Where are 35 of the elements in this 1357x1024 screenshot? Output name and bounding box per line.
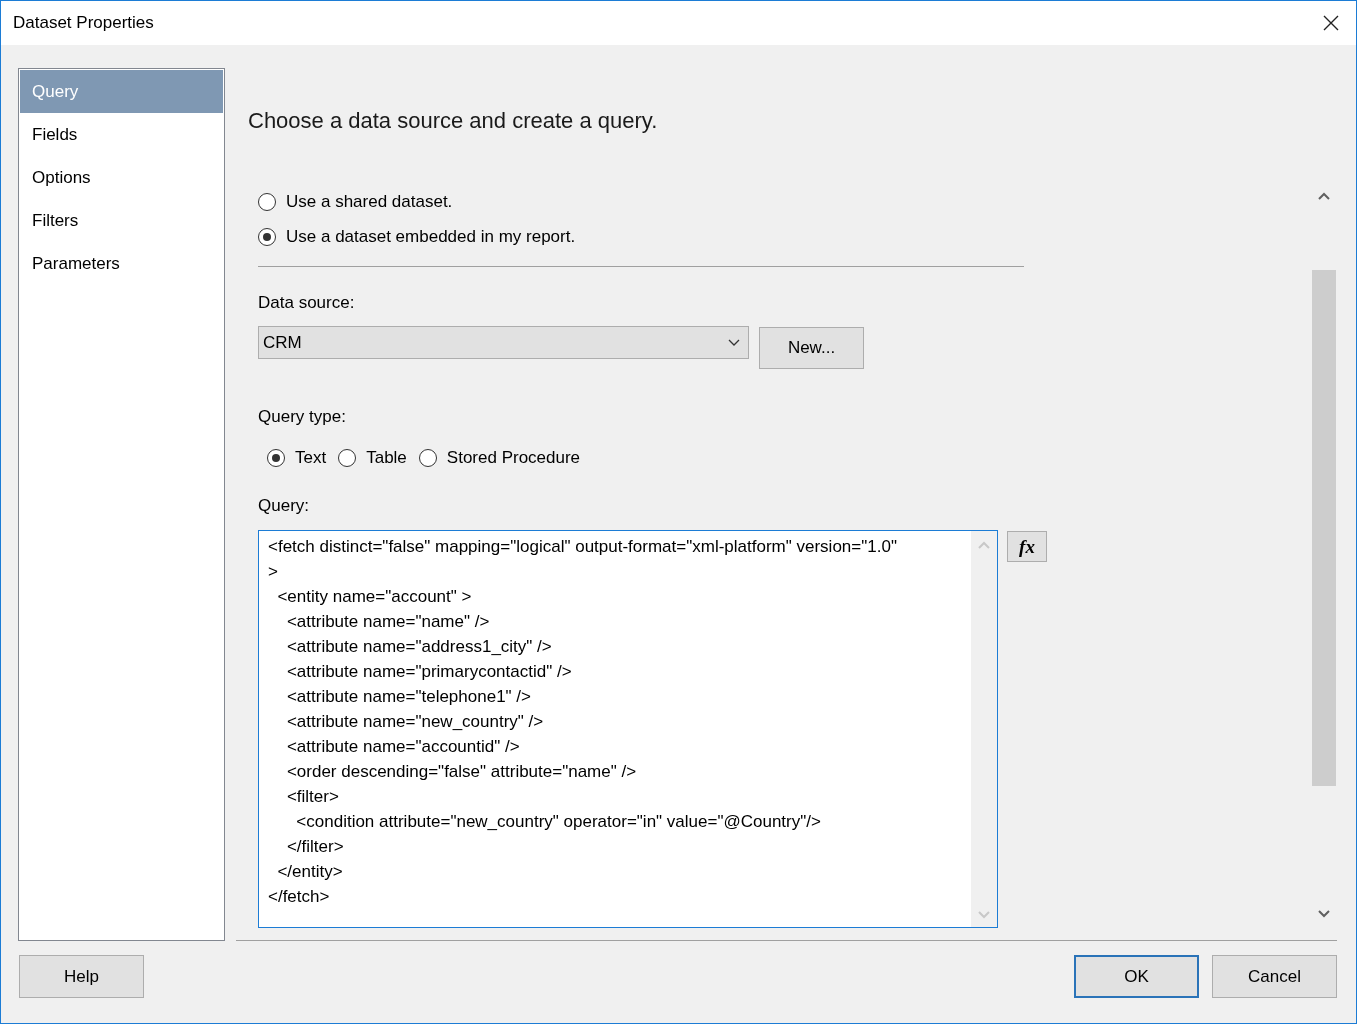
chevron-down-icon [728,339,740,346]
scrollbar-thumb[interactable] [1312,270,1336,786]
radio-label[interactable]: Table [366,448,407,468]
radio-label[interactable]: Use a shared dataset. [286,191,453,212]
sidebar-item[interactable]: Filters [20,199,223,242]
sidebar-item[interactable]: Options [20,156,223,199]
radio-button[interactable] [258,192,276,211]
data-source-dropdown[interactable]: CRM [258,326,749,359]
page-heading: Choose a data source and create a query. [248,107,659,135]
field-label: Query: [258,495,311,517]
scroll-up-icon [1318,192,1330,200]
scroll-down-icon [978,911,990,919]
scrollbar[interactable] [971,531,997,927]
radio-label[interactable]: Use a dataset embedded in my report. [286,226,576,247]
dialog-button[interactable]: OK [1074,955,1199,998]
field-label: Data source: [258,292,356,314]
new-button[interactable]: New... [759,327,864,369]
scroll-down-icon [1318,910,1330,918]
dropdown-value: CRM [263,332,302,353]
radio-label[interactable]: Stored Procedure [446,448,581,468]
sidebar-item[interactable]: Fields [20,113,223,156]
window-title: Dataset Properties [13,13,154,33]
sidebar-item[interactable]: Parameters [20,242,223,285]
radio-label[interactable]: Text [295,448,327,468]
dialog-button[interactable]: Help [19,955,144,998]
dialog-button[interactable]: Cancel [1212,955,1337,998]
radio-button[interactable] [418,449,437,467]
expression-button[interactable]: fx [1007,531,1047,562]
field-label: Query type: [258,406,347,428]
radio-button[interactable] [338,449,357,467]
scroll-up-icon [978,541,990,549]
radio-button[interactable] [258,227,276,246]
radio-button[interactable] [267,449,285,467]
query-text-field[interactable]: <fetch distinct="false" mapping="logical" output-format="xml-platform" version="1.0" > <entity name="account" > <attribute name="name" /> <attribute name="address1_city" /> <attribute name="primarycontactid" /> <attribute name="telephone1" /> <attribute name="new_country" /> <attribute name="accountid" /> <order descending="false" attribute="name" /> <filter> <condition attribute="new_country" operator="in" value="@Country"/> </filter> </entity> </fetch> [259,531,971,927]
close-icon[interactable] [1323,15,1339,31]
